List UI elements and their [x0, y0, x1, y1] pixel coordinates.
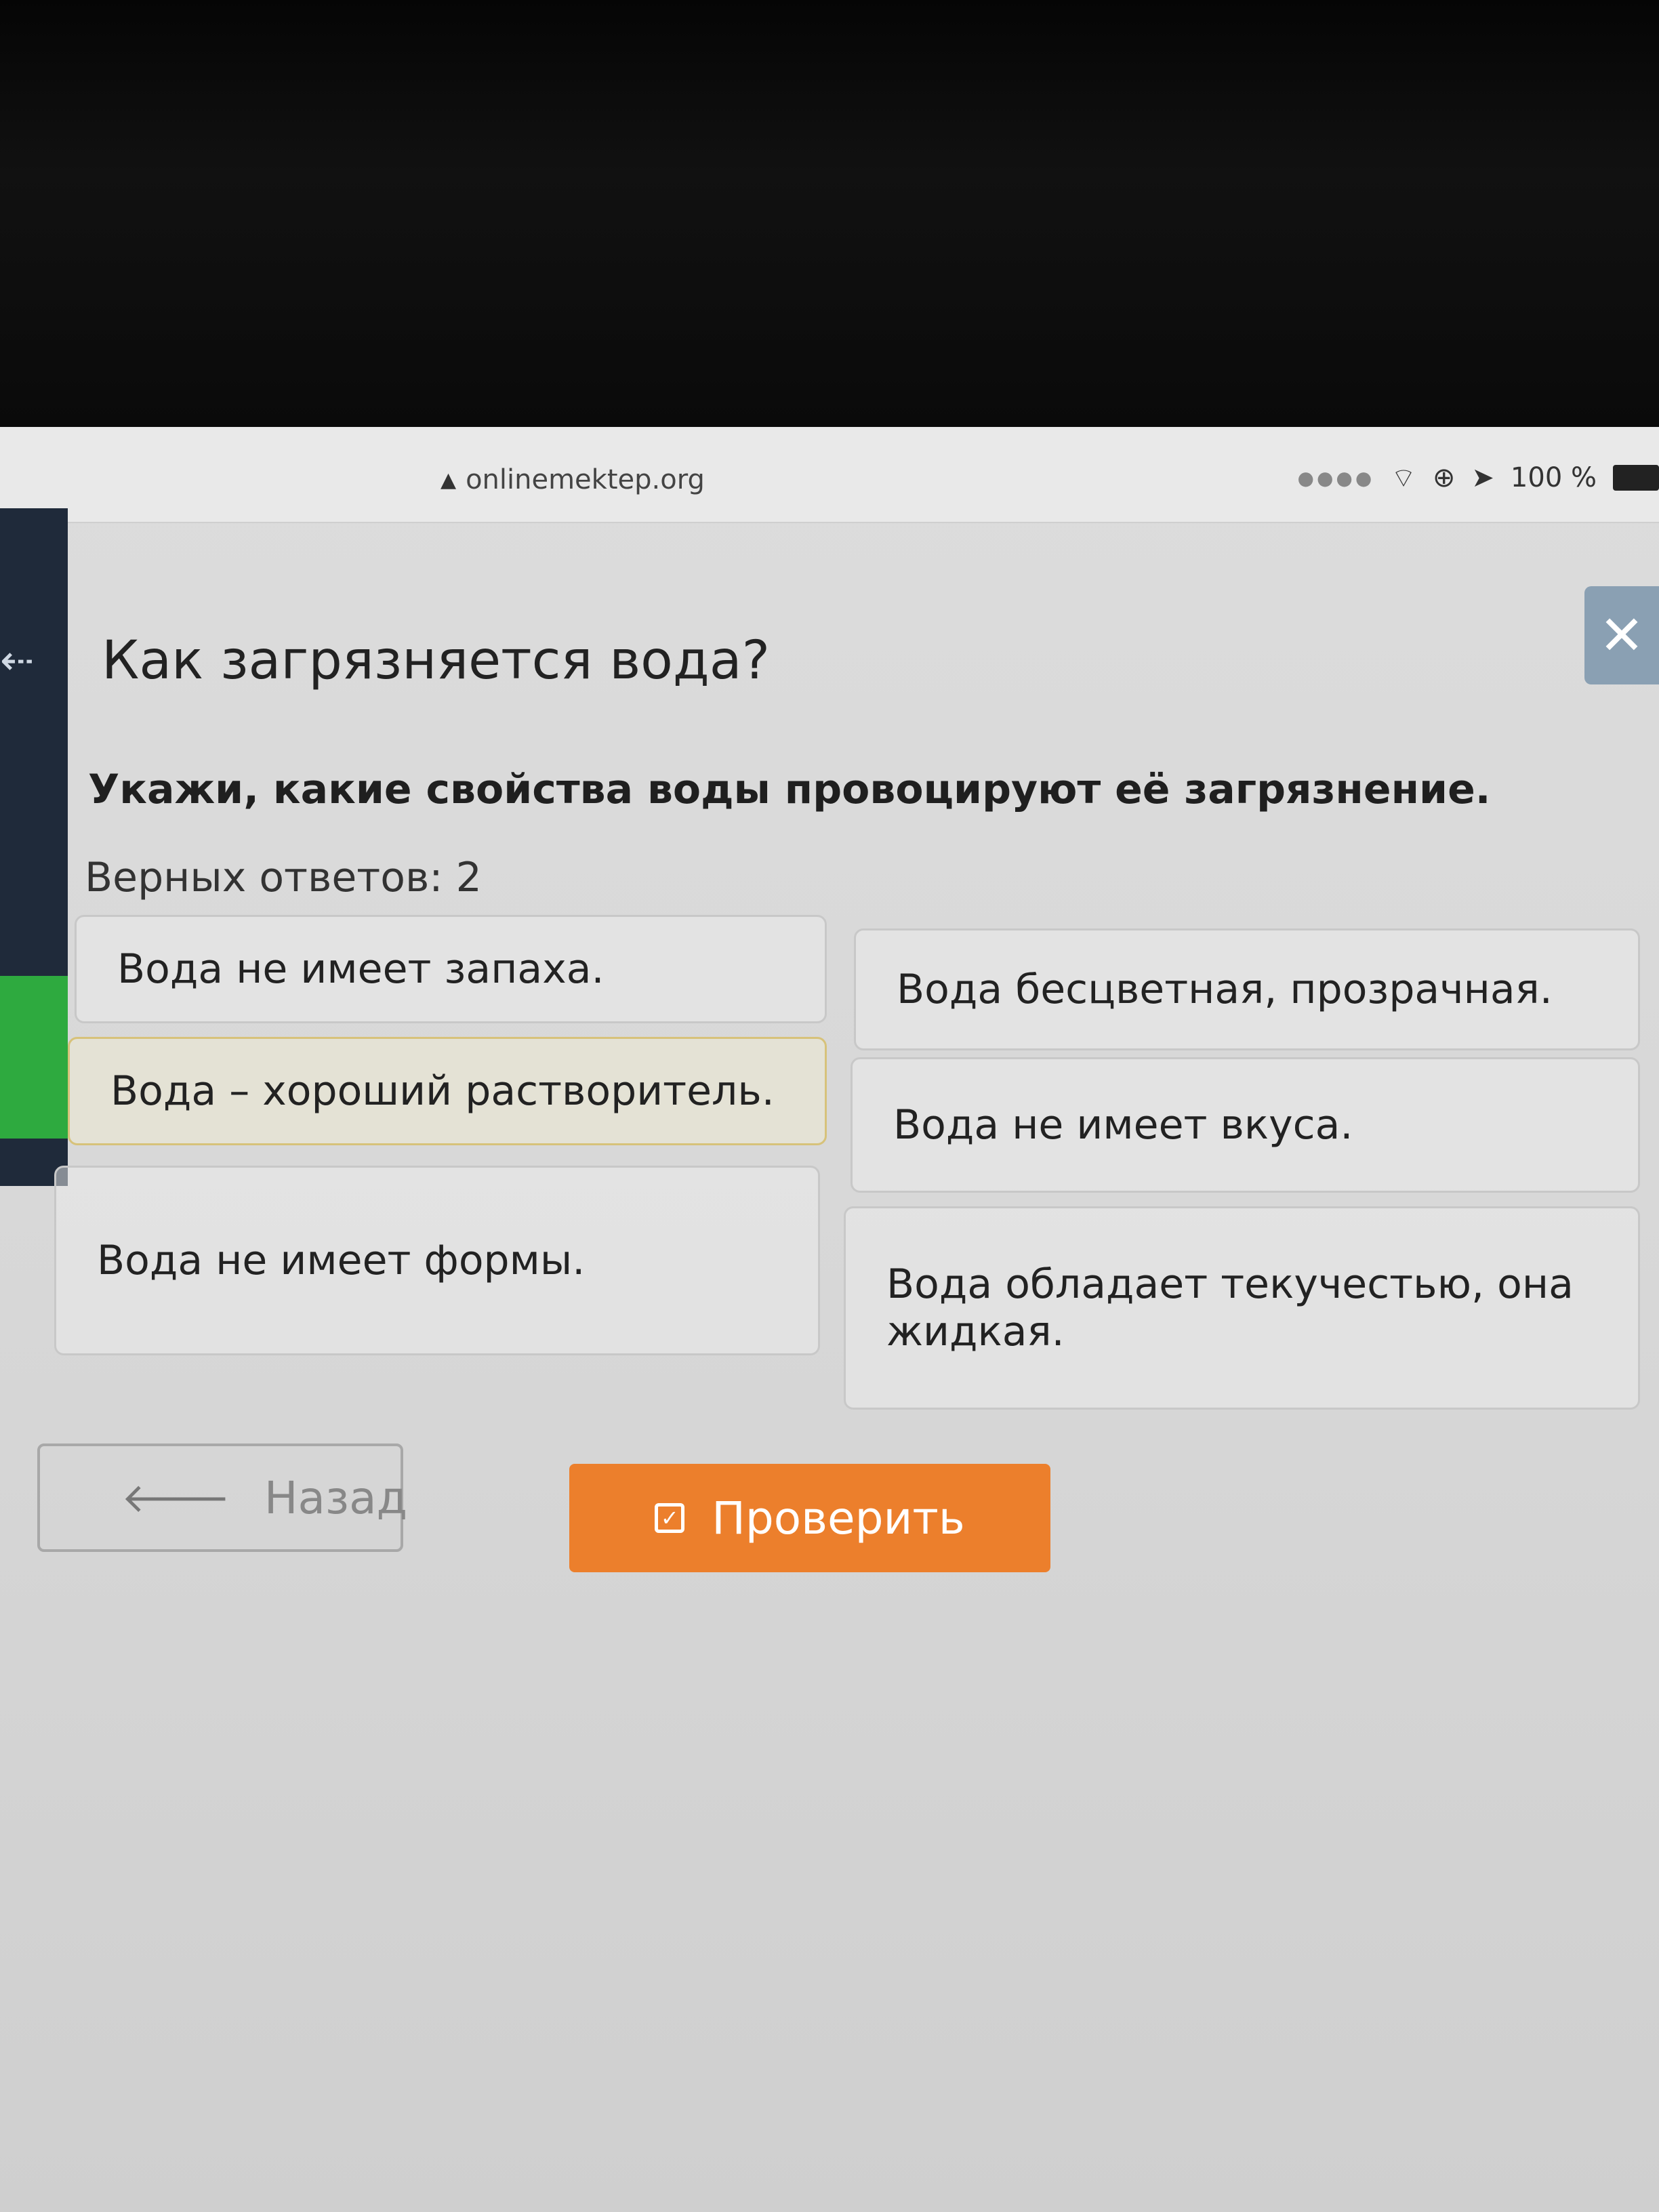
quiz-instruction: Укажи, какие свойства воды провоцируют е…: [88, 766, 1491, 813]
answer-option[interactable]: Вода бесцветная, прозрачная.: [854, 928, 1640, 1050]
tablet-screen: ▲ onlinemektep.org ●●●● ⌔ ⊕ ➤ 100 % ⇠ ✕ …: [0, 427, 1659, 2212]
answer-option[interactable]: Вода не имеет формы.: [54, 1166, 820, 1355]
quiz-title: Как загрязняется вода?: [102, 630, 771, 691]
answer-option-label: Вода обладает текучестью, она жидкая.: [886, 1261, 1574, 1355]
answer-option-label: Вода бесцветная, прозрачная.: [897, 966, 1553, 1013]
sidebar-toggle-icon[interactable]: ⇠: [0, 637, 34, 684]
answer-option-label: Вода – хороший растворитель.: [110, 1067, 775, 1115]
battery-percent: 100 %: [1510, 462, 1597, 493]
check-button[interactable]: ✓ Проверить: [569, 1464, 1050, 1572]
checkbox-icon: ✓: [655, 1503, 685, 1533]
rotation-lock-icon: ⊕: [1432, 462, 1456, 493]
answer-option[interactable]: Вода не имеет вкуса.: [851, 1057, 1640, 1193]
lock-icon: ▲: [441, 468, 457, 492]
signal-icon: ●●●●: [1297, 466, 1375, 489]
address-bar[interactable]: ▲ onlinemektep.org: [441, 464, 705, 495]
correct-answers-count: Верных ответов: 2: [85, 854, 482, 901]
back-button-label: Назад: [264, 1471, 408, 1524]
location-icon: ➤: [1471, 462, 1494, 493]
close-button[interactable]: ✕: [1584, 586, 1659, 684]
browser-status-bar: ▲ onlinemektep.org ●●●● ⌔ ⊕ ➤ 100 %: [0, 427, 1659, 523]
answer-option-selected[interactable]: Вода – хороший растворитель.: [68, 1037, 827, 1145]
answer-option[interactable]: Вода обладает текучестью, она жидкая.: [844, 1206, 1640, 1410]
check-button-label: Проверить: [712, 1492, 965, 1544]
answer-option-label: Вода не имеет формы.: [97, 1237, 586, 1284]
sidebar-active-item[interactable]: [0, 976, 68, 1139]
answer-option-label: Вода не имеет запаха.: [117, 945, 605, 993]
sidebar: ⇠: [0, 508, 68, 1186]
answer-option-label: Вода не имеет вкуса.: [893, 1101, 1353, 1149]
answer-option[interactable]: Вода не имеет запаха.: [75, 915, 827, 1023]
arrow-left-icon: 🡐: [121, 1475, 230, 1522]
back-button[interactable]: 🡐 Назад: [37, 1443, 407, 1552]
status-indicators: ●●●● ⌔ ⊕ ➤ 100 %: [1298, 461, 1659, 495]
close-icon: ✕: [1599, 604, 1645, 667]
wifi-icon: ⌔: [1391, 463, 1416, 494]
battery-icon: [1613, 465, 1659, 491]
photo-background: [0, 0, 1659, 434]
url-text: onlinemektep.org: [466, 464, 705, 495]
